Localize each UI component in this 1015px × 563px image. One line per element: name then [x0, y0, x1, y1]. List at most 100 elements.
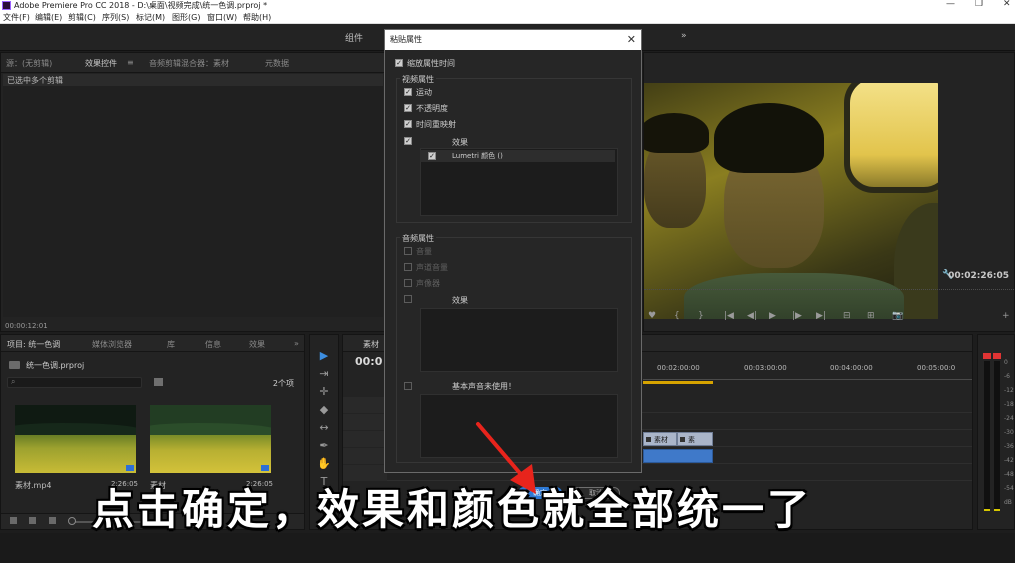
button-editor-icon[interactable]: + [1002, 311, 1010, 321]
main-person-hair [714, 103, 824, 173]
motion-checkbox[interactable]: ✓ [404, 88, 412, 96]
minimize-button[interactable]: — [946, 0, 955, 10]
program-video-frame[interactable] [644, 83, 938, 319]
essential-sound-checkbox[interactable] [404, 382, 412, 390]
menu-marker[interactable]: 标记(M) [136, 11, 165, 24]
mark-out-icon[interactable]: } [698, 311, 704, 321]
tab-effect-controls[interactable]: 效果控件 [85, 58, 117, 69]
ruler-label: 00:05:00:0 [917, 364, 956, 372]
go-to-out-icon[interactable]: ▶| [816, 311, 826, 321]
meter-channel-right [994, 361, 1000, 511]
window-title: Adobe Premiere Pro CC 2018 - D:\桌面\视频完成\… [14, 1, 268, 10]
project-thumbnail-sequence[interactable] [150, 405, 271, 473]
video-badge-icon [126, 465, 134, 471]
program-timeline-ruler[interactable] [644, 289, 1015, 297]
project-search-input[interactable]: ⌕ [7, 377, 142, 388]
ripple-edit-tool-icon[interactable]: ✛ [317, 385, 331, 399]
scale-attribute-times-checkbox[interactable]: ✓ [395, 59, 403, 67]
list-view-icon[interactable] [29, 517, 36, 524]
menu-sequence[interactable]: 序列(S) [102, 11, 129, 24]
menu-window[interactable]: 窗口(W) [207, 11, 237, 24]
extract-icon[interactable]: ⊞ [867, 311, 875, 321]
timeline-video-clip[interactable]: 素材 [643, 432, 677, 446]
step-back-icon[interactable]: ◀| [747, 311, 757, 321]
work-area-bar[interactable] [643, 381, 713, 384]
project-item-name: 素材.mp4 [15, 481, 52, 490]
play-icon[interactable]: ▶ [769, 311, 776, 321]
timeline-audio-clip[interactable] [643, 449, 713, 463]
close-button[interactable]: ✕ [1003, 0, 1011, 10]
audio-effects-label: 效果 [452, 296, 468, 305]
timeline-timecode[interactable]: 00:0 [355, 355, 382, 368]
export-frame-icon[interactable]: 📷 [892, 311, 903, 321]
workspace-tab-assembly[interactable]: 组件 [345, 31, 363, 44]
project-thumbnail-mp4[interactable] [15, 405, 136, 473]
opacity-label: 不透明度 [416, 104, 448, 113]
lumetri-effect-row [420, 150, 615, 162]
razor-tool-icon[interactable]: ◆ [317, 403, 331, 417]
time-remap-label: 时间重映射 [416, 120, 456, 129]
zoom-slider-knob[interactable] [68, 517, 76, 525]
mark-in-icon[interactable]: { [674, 311, 680, 321]
track-select-tool-icon[interactable]: ⇥ [317, 367, 331, 381]
lock-icon[interactable] [10, 517, 17, 524]
program-monitor-panel: 🔧 00:02:26:05 ♥ { } |◀ ◀| ▶ |▶ ▶| ⊟ ⊞ 📷 … [643, 52, 1015, 332]
timeline-ruler[interactable]: 00:02:00:00 00:03:00:00 00:04:00:00 00:0… [643, 355, 972, 395]
meter-scale-label: -30 [1004, 429, 1014, 436]
tab-info[interactable]: 信息 [205, 339, 221, 350]
lumetri-checkbox[interactable]: ✓ [428, 152, 436, 160]
video-attributes-heading: 视频属性 [400, 74, 436, 85]
go-to-in-icon[interactable]: |◀ [724, 311, 734, 321]
fx-badge-icon [646, 437, 651, 442]
meter-scale-label: -54 [1004, 485, 1014, 492]
effect-controls-tabs: 源：(无剪辑) 效果控件 ≡ 音频剪辑混合器：素材 元数据 [1, 53, 385, 73]
menu-help[interactable]: 帮助(H) [243, 11, 271, 24]
close-icon[interactable]: ✕ [627, 33, 636, 46]
scale-attribute-times-label: 缩放属性时间 [407, 59, 455, 68]
peak-indicator-left [983, 353, 991, 359]
volume-checkbox[interactable] [404, 247, 412, 255]
panner-checkbox[interactable] [404, 279, 412, 287]
tab-effects[interactable]: 效果 [249, 339, 265, 350]
workspace-more[interactable]: » [681, 31, 687, 41]
pen-tool-icon[interactable]: ✒ [317, 439, 331, 453]
menu-clip[interactable]: 剪辑(C) [68, 11, 96, 24]
program-duration: 00:02:26:05 [948, 271, 1009, 281]
restore-button[interactable]: ❐ [975, 0, 983, 10]
menu-graphics[interactable]: 图形(G) [172, 11, 200, 24]
opacity-checkbox[interactable]: ✓ [404, 104, 412, 112]
timeline-video-clip[interactable]: 素材.mp [677, 432, 713, 458]
project-file-name: 统一色调.prproj [26, 361, 85, 370]
new-bin-icon[interactable] [154, 378, 163, 386]
menu-edit[interactable]: 编辑(E) [35, 11, 62, 24]
project-tabs: 项目: 统一色调 媒体浏览器 库 信息 效果 » [1, 335, 304, 352]
time-remap-checkbox[interactable]: ✓ [404, 120, 412, 128]
premiere-app-icon [2, 1, 11, 10]
step-forward-icon[interactable]: |▶ [792, 311, 802, 321]
lift-icon[interactable]: ⊟ [843, 311, 851, 321]
tab-source[interactable]: 源：(无剪辑) [6, 58, 52, 69]
tab-project[interactable]: 项目: 统一色调 [7, 339, 60, 350]
ruler-label: 00:02:00:00 [657, 364, 700, 372]
tab-menu[interactable]: ≡ [127, 58, 134, 67]
video-effects-checkbox[interactable]: ✓ [404, 137, 412, 145]
tab-sequence[interactable]: 素材 [363, 339, 379, 350]
add-marker-icon[interactable]: ♥ [648, 311, 656, 321]
meter-scale-label: -48 [1004, 471, 1014, 478]
channel-volume-checkbox[interactable] [404, 263, 412, 271]
audio-meter-panel: 0 -6 -12 -18 -24 -30 -36 -42 -48 -54 dB [977, 334, 1015, 530]
audio-effects-checkbox[interactable] [404, 295, 412, 303]
tab-metadata[interactable]: 元数据 [265, 58, 289, 69]
project-item-count: 2个项 [272, 379, 294, 388]
tab-audio-clip-mixer[interactable]: 音频剪辑混合器：素材 [149, 58, 229, 69]
title-bar: Adobe Premiere Pro CC 2018 - D:\桌面\视频完成\… [0, 0, 1015, 11]
train-window [844, 83, 938, 193]
slip-tool-icon[interactable]: ↔ [317, 421, 331, 435]
hand-tool-icon[interactable]: ✋ [317, 457, 331, 471]
tab-libraries[interactable]: 库 [167, 339, 175, 350]
selection-tool-icon[interactable]: ▶ [317, 349, 331, 363]
menu-file[interactable]: 文件(F) [3, 11, 30, 24]
project-tabs-more[interactable]: » [294, 339, 299, 348]
icon-view-icon[interactable] [49, 517, 56, 524]
tab-media-browser[interactable]: 媒体浏览器 [92, 339, 132, 350]
